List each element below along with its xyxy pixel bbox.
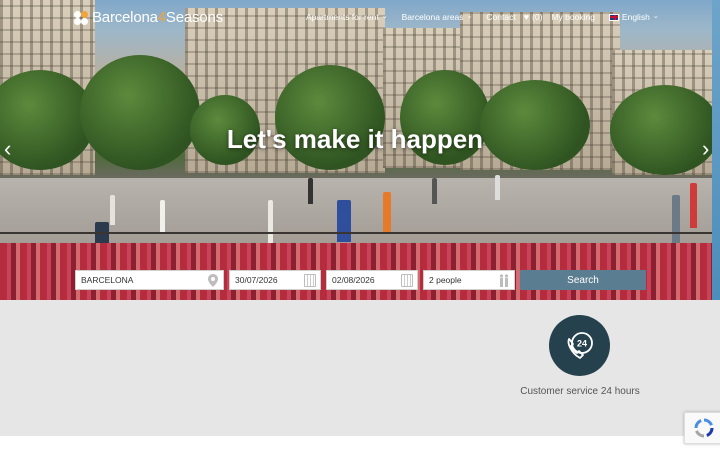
guests-value: 2 people [429,275,462,285]
nav-apartments[interactable]: Apartments for rent ⌄ [306,12,388,22]
nav-my-booking[interactable]: My booking [551,12,594,22]
hero-banner: Barcelona 4 Seasons Apartments for rent ⌄ … [0,0,720,300]
railing [0,232,720,234]
nav-contact-label: Contact [486,12,516,22]
phone-24-icon: 24 [567,331,593,359]
customer-service-badge: 24 [549,315,610,376]
services-section [0,300,720,436]
people-icon [498,274,510,287]
logo-dots-icon [74,10,90,25]
main-nav: Apartments for rent ⌄ Barcelona areas ⌄ … [306,12,659,22]
person [268,200,273,245]
person [110,195,115,225]
nav-apartments-label: Apartments for rent [306,12,379,22]
favorites-count: (0) [532,12,543,22]
guests-field[interactable]: 2 people [423,270,515,290]
nav-areas-label: Barcelona areas [401,12,464,22]
search-form: BARCELONA 30/07/2026 02/08/2026 2 people… [75,270,646,290]
calendar-icon [304,274,316,287]
person [690,183,697,228]
checkin-value: 30/07/2026 [235,275,278,285]
site-logo[interactable]: Barcelona 4 Seasons [74,9,223,26]
person [308,178,313,204]
map-pin-icon [207,274,219,287]
recaptcha-icon [694,418,714,438]
person [432,178,437,204]
hero-headline: Let's make it happen [226,124,484,154]
checkout-value: 02/08/2026 [332,275,375,285]
logo-text-4: 4 [157,9,166,26]
uk-flag-icon [608,13,619,21]
person [495,175,500,200]
person [337,200,351,242]
search-button[interactable]: Search [520,270,646,290]
chevron-down-icon: ⌄ [466,13,473,20]
nav-favorites[interactable]: ♥ (0) [524,12,543,22]
language-label: English [621,12,650,22]
checkout-date-field[interactable]: 02/08/2026 [326,270,418,290]
person [383,192,391,234]
logo-text-2: Seasons [165,9,223,26]
nav-areas[interactable]: Barcelona areas ⌄ [402,12,473,22]
destination-field[interactable]: BARCELONA [75,270,224,290]
badge-number: 24 [576,338,586,348]
recaptcha-badge[interactable] [684,412,720,444]
person [160,200,165,234]
chevron-down-icon: ⌄ [652,13,659,20]
carousel-next-icon[interactable]: › [702,138,709,160]
person [672,195,680,243]
chevron-down-icon: ⌄ [381,13,388,20]
checkin-date-field[interactable]: 30/07/2026 [229,270,321,290]
nav-contact[interactable]: Contact [486,12,515,22]
footer-strip [0,436,720,450]
logo-text-1: Barcelona [92,9,158,26]
language-selector[interactable]: English ⌄ [608,12,659,22]
destination-value: BARCELONA [81,275,134,285]
carousel-prev-icon[interactable]: ‹ [4,138,11,160]
customer-service-label: Customer service 24 hours [520,386,640,397]
heart-icon: ♥ [523,12,530,22]
scrollbar-strip [712,0,720,300]
nav-my-booking-label: My booking [551,12,595,22]
calendar-icon [401,274,413,287]
